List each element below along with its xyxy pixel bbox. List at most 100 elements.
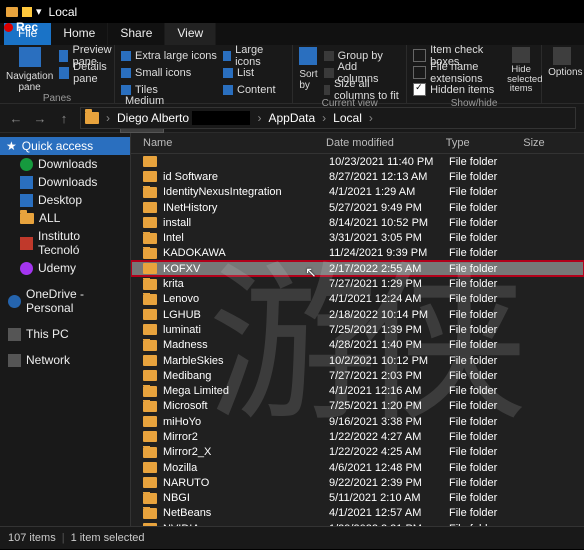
sidebar-item-instituto[interactable]: Instituto Tecnoló bbox=[0, 227, 130, 259]
table-row[interactable]: Mozilla4/6/2021 12:48 PMFile folder bbox=[131, 460, 584, 475]
layout-sm-icons[interactable]: Small icons bbox=[121, 64, 217, 81]
table-row[interactable]: Mirror21/22/2022 4:27 AMFile folder bbox=[131, 429, 584, 444]
table-row[interactable]: NBGI5/11/2021 2:10 AMFile folder bbox=[131, 491, 584, 506]
table-row[interactable]: Mega Limited4/1/2021 12:16 AMFile folder bbox=[131, 383, 584, 398]
folder-icon bbox=[143, 156, 157, 167]
table-row[interactable]: Microsoft7/25/2021 1:20 PMFile folder bbox=[131, 399, 584, 414]
folder-icon bbox=[143, 248, 157, 259]
sort-by-button[interactable]: Sort by bbox=[299, 47, 317, 91]
col-size[interactable]: Size bbox=[515, 133, 584, 153]
table-row[interactable]: LGHUB2/18/2022 10:14 PMFile folder bbox=[131, 307, 584, 322]
window-title: Local bbox=[49, 5, 78, 19]
col-date[interactable]: Date modified bbox=[318, 133, 438, 153]
qat-icon bbox=[22, 7, 32, 17]
sidebar-item-desktop[interactable]: Desktop bbox=[0, 191, 130, 209]
navigation-pane-button[interactable]: Navigation pane bbox=[6, 47, 53, 93]
file-name-extensions[interactable]: File name extensions bbox=[413, 64, 501, 81]
sidebar-this-pc[interactable]: This PC bbox=[0, 325, 130, 343]
folder-icon bbox=[143, 309, 157, 320]
hide-selected-items[interactable]: Hide selected items bbox=[507, 47, 535, 94]
folder-icon bbox=[143, 493, 157, 504]
sidebar-item-downloads[interactable]: Downloads bbox=[0, 155, 130, 173]
table-row[interactable]: 10/23/2021 11:40 PMFile folder bbox=[131, 154, 584, 169]
size-columns-fit-button[interactable]: Size all columns to fit bbox=[324, 81, 400, 98]
details-pane-button[interactable]: Details pane bbox=[59, 64, 116, 81]
table-row[interactable]: NetBeans4/1/2021 12:57 AMFile folder bbox=[131, 506, 584, 521]
breadcrumb[interactable]: Diego Alberto bbox=[117, 111, 189, 125]
folder-icon bbox=[143, 340, 157, 351]
folder-icon bbox=[143, 523, 157, 526]
folder-icon bbox=[143, 386, 157, 397]
table-row[interactable]: id Software8/27/2021 12:13 AMFile folder bbox=[131, 169, 584, 184]
back-button[interactable]: ← bbox=[8, 111, 24, 126]
layout-lg-icons[interactable]: Large icons bbox=[223, 47, 281, 64]
qat-dropdown-icon[interactable]: ▾ bbox=[36, 5, 42, 18]
table-row[interactable]: install8/14/2021 10:52 PMFile folder bbox=[131, 215, 584, 230]
breadcrumb[interactable]: Local bbox=[333, 111, 362, 125]
folder-icon bbox=[143, 401, 157, 412]
tab-home[interactable]: Home bbox=[51, 23, 108, 45]
folder-icon bbox=[143, 217, 157, 228]
table-row[interactable]: miHoYo9/16/2021 3:38 PMFile folder bbox=[131, 414, 584, 429]
table-row[interactable]: KADOKAWA11/24/2021 9:39 PMFile folder bbox=[131, 246, 584, 261]
table-row[interactable]: Medibang7/27/2021 2:03 PMFile folder bbox=[131, 368, 584, 383]
forward-button[interactable]: → bbox=[32, 111, 48, 126]
layout-content[interactable]: Content bbox=[223, 81, 281, 98]
folder-icon bbox=[143, 416, 157, 427]
table-row[interactable]: INetHistory5/27/2021 9:49 PMFile folder bbox=[131, 200, 584, 215]
sidebar-item-all[interactable]: ALL bbox=[0, 209, 130, 227]
folder-icon bbox=[143, 431, 157, 442]
folder-icon bbox=[143, 508, 157, 519]
ribbon-group-panes: Panes bbox=[6, 93, 108, 106]
star-icon: ★ bbox=[6, 139, 17, 153]
chevron-right-icon: › bbox=[106, 111, 110, 125]
up-button[interactable]: ↑ bbox=[56, 111, 72, 126]
table-row[interactable]: NVIDIA1/29/2022 2:21 PMFile folder bbox=[131, 521, 584, 526]
layout-xl-icons[interactable]: Extra large icons bbox=[121, 47, 217, 64]
table-row[interactable]: Lenovo4/1/2021 12:24 AMFile folder bbox=[131, 292, 584, 307]
table-row[interactable]: krita7/27/2021 1:29 PMFile folder bbox=[131, 276, 584, 291]
folder-icon bbox=[143, 171, 157, 182]
folder-icon bbox=[143, 324, 157, 335]
folder-icon bbox=[143, 202, 157, 213]
col-name[interactable]: Name bbox=[131, 133, 318, 153]
folder-icon bbox=[143, 355, 157, 366]
options-button[interactable]: Options bbox=[548, 47, 576, 78]
hidden-items[interactable]: Hidden items bbox=[413, 81, 501, 98]
folder-icon bbox=[143, 279, 157, 290]
table-row[interactable]: Intel3/31/2021 3:05 PMFile folder bbox=[131, 230, 584, 245]
tab-share[interactable]: Share bbox=[108, 23, 165, 45]
folder-icon bbox=[143, 187, 157, 198]
breadcrumb[interactable]: AppData bbox=[268, 111, 315, 125]
sidebar-item-udemy[interactable]: Udemy bbox=[0, 259, 130, 277]
folder-icon bbox=[6, 7, 18, 17]
redacted-segment: ▮▮▮▮ bbox=[192, 111, 250, 125]
table-row[interactable]: NARUTO9/22/2021 2:39 PMFile folder bbox=[131, 475, 584, 490]
folder-icon bbox=[143, 462, 157, 473]
layout-list[interactable]: List bbox=[223, 64, 281, 81]
quick-access[interactable]: ★Quick access bbox=[0, 137, 130, 155]
col-type[interactable]: Type bbox=[438, 133, 516, 153]
sidebar-item-downloads2[interactable]: Downloads bbox=[0, 173, 130, 191]
folder-icon bbox=[143, 263, 157, 274]
folder-icon bbox=[143, 447, 157, 458]
status-selection: 1 item selected bbox=[71, 532, 145, 544]
folder-icon bbox=[85, 112, 99, 124]
tab-view[interactable]: View bbox=[165, 23, 216, 45]
folder-icon bbox=[143, 370, 157, 381]
table-row[interactable]: IdentityNexusIntegration4/1/2021 1:29 AM… bbox=[131, 185, 584, 200]
recording-badge: Rec bbox=[4, 20, 38, 34]
table-row[interactable]: luminati7/25/2021 1:39 PMFile folder bbox=[131, 322, 584, 337]
folder-icon bbox=[143, 477, 157, 488]
table-row[interactable]: Madness4/28/2021 1:40 PMFile folder bbox=[131, 338, 584, 353]
table-row[interactable]: KOFXV2/17/2022 2:55 AMFile folder bbox=[131, 261, 584, 276]
navigation-sidebar: ★Quick access Downloads Downloads Deskto… bbox=[0, 133, 131, 526]
table-row[interactable]: Mirror2_X1/22/2022 4:25 AMFile folder bbox=[131, 445, 584, 460]
folder-icon bbox=[143, 233, 157, 244]
address-bar[interactable]: › Diego Alberto ▮▮▮▮ › AppData › Local › bbox=[80, 107, 576, 129]
status-item-count: 107 items bbox=[8, 532, 56, 544]
sidebar-onedrive[interactable]: OneDrive - Personal bbox=[0, 285, 130, 317]
folder-icon bbox=[143, 294, 157, 305]
sidebar-network[interactable]: Network bbox=[0, 351, 130, 369]
table-row[interactable]: MarbleSkies10/2/2021 10:12 PMFile folder bbox=[131, 353, 584, 368]
